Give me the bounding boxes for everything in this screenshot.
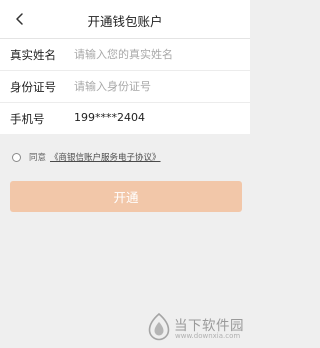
agreement-row: 同意 《商银信账户服务电子协议》 <box>12 150 161 164</box>
watermark: 当下软件园 www.downxia.com <box>147 311 247 345</box>
nav-bar: 开通钱包账户 <box>0 0 250 38</box>
downxia-logo-icon <box>148 313 170 341</box>
name-input[interactable] <box>74 44 242 64</box>
open-account-button[interactable]: 开通 <box>10 181 242 212</box>
name-row: 真实姓名 <box>0 38 250 70</box>
watermark-url: www.downxia.com <box>175 332 241 340</box>
page-title: 开通钱包账户 <box>87 14 163 29</box>
agreement-radio[interactable] <box>12 152 21 162</box>
phone-label: 手机号 <box>10 112 45 126</box>
id-number-label: 身份证号 <box>10 80 56 94</box>
phone-row: 手机号 199****2404 <box>0 102 250 134</box>
id-number-input[interactable] <box>74 76 242 96</box>
agreement-link[interactable]: 《商银信账户服务电子协议》 <box>50 151 161 163</box>
name-label: 真实姓名 <box>10 48 56 62</box>
phone-value: 199****2404 <box>74 111 145 124</box>
id-number-row: 身份证号 <box>0 70 250 102</box>
watermark-name: 当下软件园 <box>174 318 244 334</box>
account-form: 真实姓名 身份证号 手机号 199****2404 <box>0 38 250 134</box>
agreement-prefix: 同意 <box>29 153 47 163</box>
